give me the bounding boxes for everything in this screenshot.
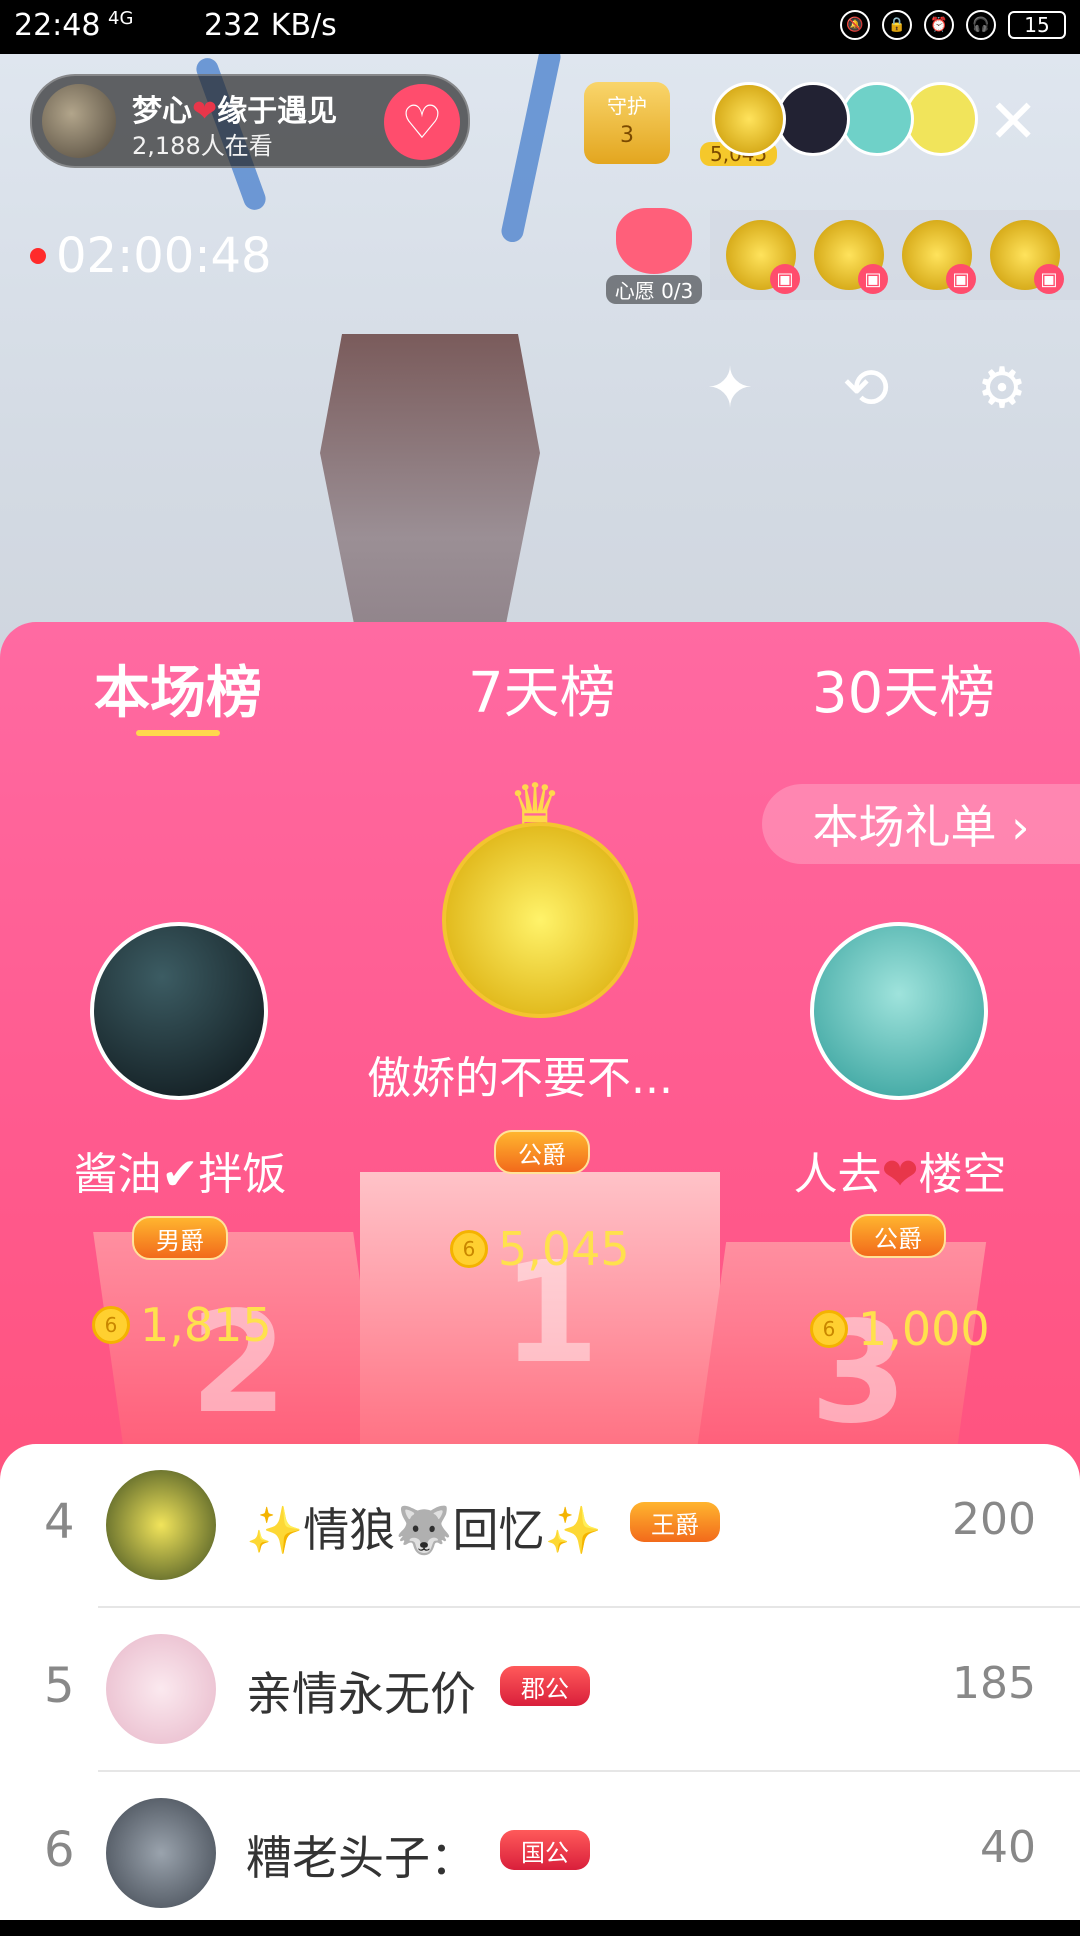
network-type: 4G bbox=[108, 8, 134, 29]
third-place-avatar[interactable] bbox=[810, 922, 988, 1100]
list-item[interactable]: 5 亲情永无价 郡公 185 bbox=[0, 1608, 1080, 1772]
battery-level: 15 bbox=[1008, 11, 1066, 39]
mic-seat[interactable]: ▣ bbox=[990, 220, 1064, 294]
heart-icon: ❤ bbox=[192, 94, 218, 129]
headphones-icon: 🎧 bbox=[966, 10, 996, 40]
first-place-score-value: 5,045 bbox=[498, 1222, 630, 1276]
list-item-avatar[interactable] bbox=[106, 1634, 216, 1744]
host-name-part1: 梦心 bbox=[132, 94, 192, 129]
mic-seat[interactable]: ▣ bbox=[902, 220, 976, 294]
mute-icon: 🔕 bbox=[840, 10, 870, 40]
coin-icon: 6 bbox=[810, 1310, 848, 1348]
guard-badge[interactable]: 守护 3 bbox=[584, 82, 670, 164]
list-item-badge: 郡公 bbox=[500, 1666, 590, 1706]
gift-list-button[interactable]: 本场礼单 › bbox=[762, 784, 1080, 864]
seat-icon: ▣ bbox=[858, 264, 888, 294]
follow-button[interactable]: ♡ bbox=[384, 84, 460, 160]
host-avatar[interactable] bbox=[42, 84, 116, 158]
beauty-wand-icon[interactable]: ✦ bbox=[690, 348, 770, 428]
wish-label: 心愿 0/3 bbox=[606, 275, 702, 304]
list-item-name: ✨情狼🐺回忆✨ bbox=[246, 1503, 602, 1557]
third-place-score-value: 1,000 bbox=[858, 1302, 990, 1356]
third-place-name-part1: 人去 bbox=[793, 1149, 882, 1200]
list-item-score: 185 bbox=[952, 1658, 1036, 1709]
first-place-badge: 公爵 bbox=[494, 1130, 590, 1174]
seat-icon: ▣ bbox=[1034, 264, 1064, 294]
host-name: 梦心❤缘于遇见 bbox=[132, 86, 337, 130]
fan-avatar[interactable] bbox=[904, 82, 978, 156]
second-place-score-value: 1,815 bbox=[140, 1298, 272, 1352]
wish-button[interactable]: 心愿 0/3 bbox=[606, 208, 702, 304]
viewer-count: 2,188人在看 bbox=[132, 132, 273, 160]
second-place-avatar[interactable] bbox=[90, 922, 268, 1100]
first-place-score: 6 5,045 bbox=[450, 1222, 630, 1276]
list-item-rank: 4 bbox=[44, 1494, 75, 1550]
mic-seat[interactable]: ▣ bbox=[726, 220, 800, 294]
list-item[interactable]: 4 ✨情狼🐺回忆✨ 王爵 200 bbox=[0, 1444, 1080, 1608]
list-item-rank: 6 bbox=[44, 1822, 75, 1878]
lock-icon: 🔒 bbox=[882, 10, 912, 40]
host-info[interactable]: 梦心❤缘于遇见 2,188人在看 ♡ bbox=[30, 74, 470, 168]
second-place-badge: 男爵 bbox=[132, 1216, 228, 1260]
first-place-avatar[interactable] bbox=[442, 822, 638, 1018]
third-place-badge: 公爵 bbox=[850, 1214, 946, 1258]
ranking-list: 4 ✨情狼🐺回忆✨ 王爵 200 5 亲情永无价 郡公 185 6 糟老头子： … bbox=[0, 1444, 1080, 1920]
recording-dot bbox=[30, 248, 46, 264]
alarm-icon: ⏰ bbox=[924, 10, 954, 40]
list-item-avatar[interactable] bbox=[106, 1470, 216, 1580]
antler-right bbox=[499, 54, 563, 245]
guard-count: 3 bbox=[620, 123, 634, 148]
host-name-part2: 缘于遇见 bbox=[217, 94, 338, 129]
third-place-score: 6 1,000 bbox=[810, 1302, 990, 1356]
active-tab-indicator bbox=[136, 730, 220, 736]
first-place-name: 傲娇的不要不... bbox=[367, 1053, 673, 1104]
status-bar: 22:48 4G 232 KB/s 🔕 🔒 ⏰ 🎧 15 bbox=[0, 0, 1080, 54]
tab-30-days[interactable]: 30天榜 bbox=[812, 648, 995, 729]
seat-icon: ▣ bbox=[946, 264, 976, 294]
heart-icon: ❤ bbox=[881, 1149, 919, 1200]
list-item-score: 40 bbox=[980, 1822, 1036, 1873]
third-place-name-part2: 楼空 bbox=[918, 1149, 1007, 1200]
status-icons: 🔕 🔒 ⏰ 🎧 15 bbox=[840, 10, 1066, 40]
coin-icon: 6 bbox=[450, 1230, 488, 1268]
heart-icon bbox=[616, 208, 692, 274]
fan-avatar[interactable] bbox=[776, 82, 850, 156]
list-item[interactable]: 6 糟老头子： 国公 40 bbox=[0, 1772, 1080, 1936]
mic-seats: ▣ ▣ ▣ ▣ bbox=[710, 210, 1080, 300]
tab-7-days[interactable]: 7天榜 bbox=[468, 648, 616, 729]
list-item-rank: 5 bbox=[44, 1658, 75, 1714]
list-item-avatar[interactable] bbox=[106, 1798, 216, 1908]
close-button[interactable]: ✕ bbox=[988, 92, 1038, 152]
list-item-name: 糟老头子： bbox=[246, 1831, 476, 1885]
timer-text: 02:00:48 bbox=[56, 228, 272, 284]
tab-this-show[interactable]: 本场榜 bbox=[94, 648, 262, 729]
top-fan-avatar[interactable] bbox=[712, 82, 786, 156]
network-speed: 232 KB/s bbox=[204, 8, 337, 43]
guard-label: 守护 bbox=[607, 94, 647, 118]
status-time: 22:48 bbox=[14, 8, 101, 43]
live-timer: 02:00:48 bbox=[30, 228, 272, 284]
second-place-name: 酱油✔拌饭 bbox=[73, 1149, 287, 1200]
coin-icon: 6 bbox=[92, 1306, 130, 1344]
settings-gear-icon[interactable]: ⚙ bbox=[962, 348, 1042, 428]
switch-camera-icon[interactable]: ⟲ bbox=[826, 348, 906, 428]
third-place-name: 人去❤楼空 bbox=[720, 1138, 1080, 1202]
fan-avatar[interactable] bbox=[840, 82, 914, 156]
second-place-score: 6 1,815 bbox=[92, 1298, 272, 1352]
list-item-name: 亲情永无价 bbox=[246, 1667, 476, 1721]
list-item-badge: 国公 bbox=[500, 1830, 590, 1870]
list-item-score: 200 bbox=[952, 1494, 1036, 1545]
mic-seat[interactable]: ▣ bbox=[814, 220, 888, 294]
seat-icon: ▣ bbox=[770, 264, 800, 294]
list-item-badge: 王爵 bbox=[630, 1502, 720, 1542]
